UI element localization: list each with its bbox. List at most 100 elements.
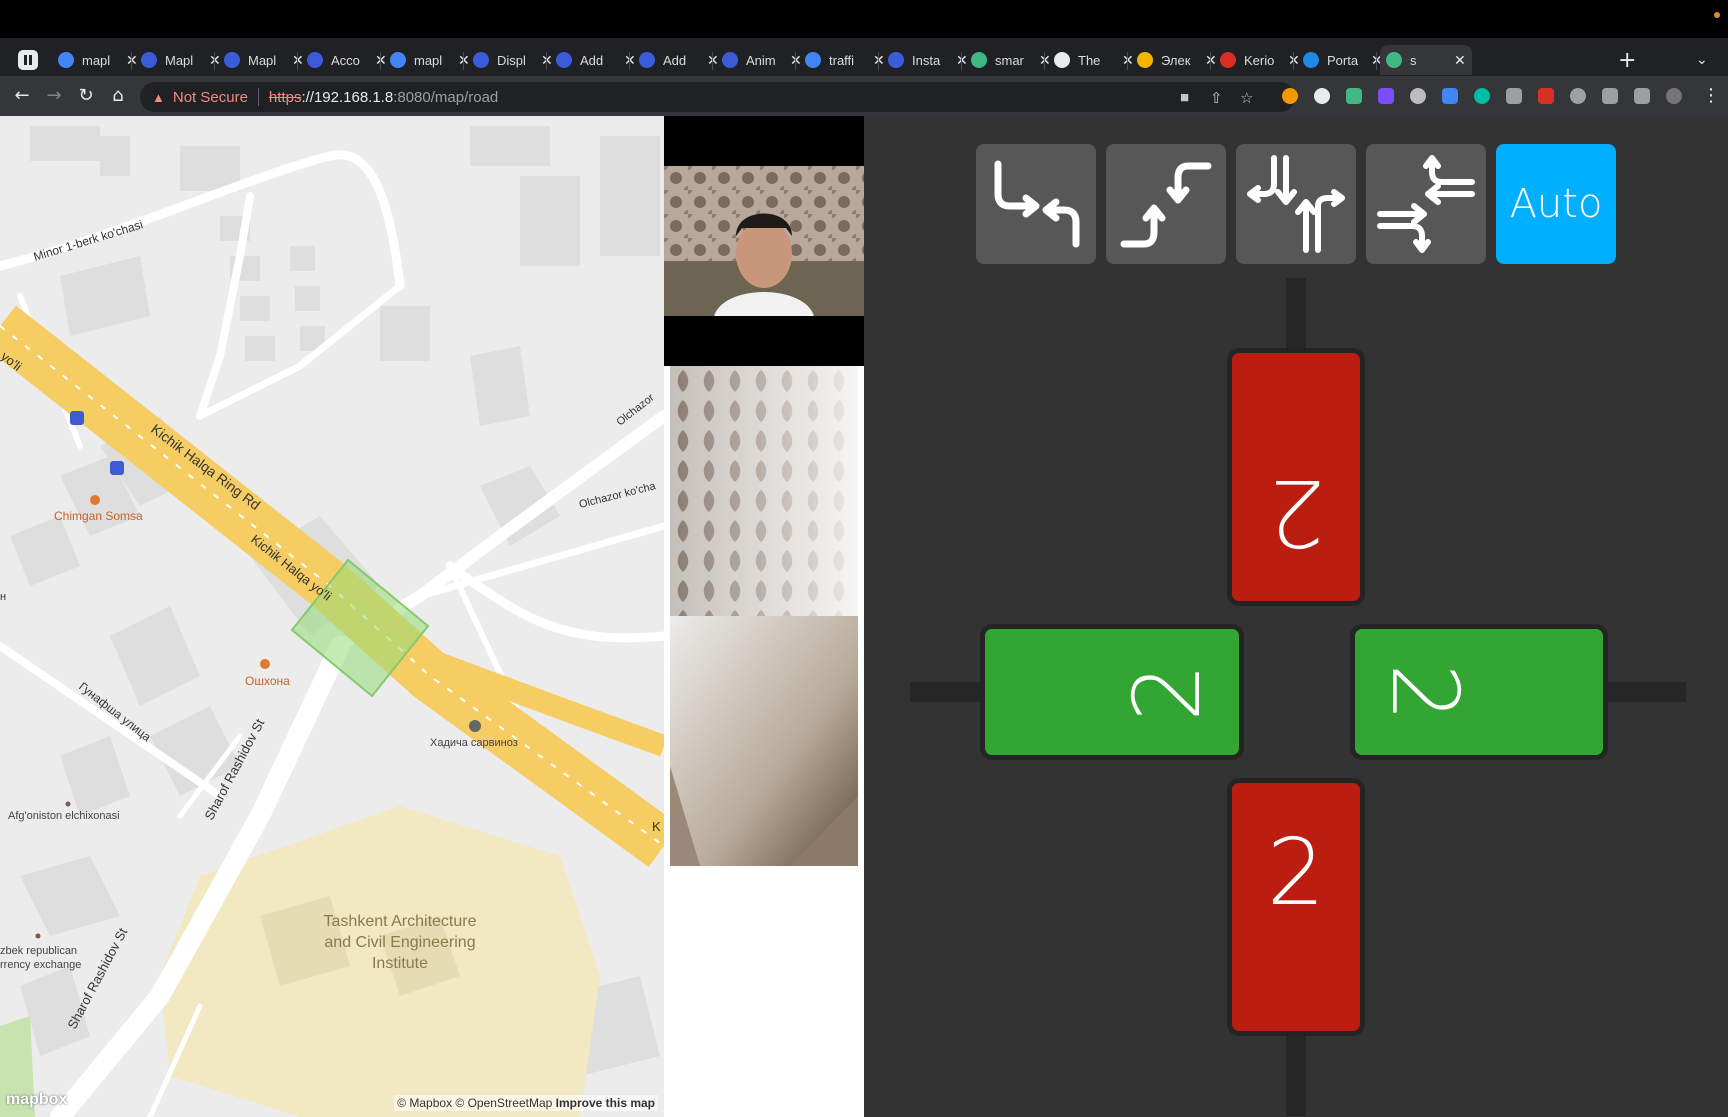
browser-menu-icon[interactable]: ⋮ [1702, 85, 1720, 106]
extensions-puzzle-icon[interactable] [1602, 88, 1618, 104]
side-panel-icon[interactable] [1634, 88, 1650, 104]
browser-tab[interactable]: Acco✕ [301, 45, 393, 75]
tab-separator [1127, 52, 1128, 70]
camera-1-top-bar [664, 116, 864, 166]
not-secure-label[interactable]: Not Secure [173, 89, 248, 106]
mode-east-west-button[interactable] [1366, 144, 1486, 264]
auto-mode-button[interactable]: Auto [1496, 144, 1616, 264]
map-view[interactable]: Minor 1-berk ko'chasi Kichik Halqa Ring … [0, 116, 664, 1117]
browser-tab[interactable]: mapl✕ [384, 45, 476, 75]
extension-2-icon[interactable] [1314, 88, 1330, 104]
camera-feed-2[interactable] [670, 366, 858, 616]
map-label-oshxona[interactable]: Ошхона [245, 674, 290, 688]
attribution-text[interactable]: © Mapbox © OpenStreetMap [397, 1096, 552, 1110]
camera-feed-1[interactable] [664, 166, 864, 316]
traffic-light-west[interactable]: 2 [980, 624, 1244, 760]
tab-search-chevron-icon[interactable]: ⌄ [1696, 52, 1708, 68]
traffic-light-north[interactable]: 2 [1227, 348, 1365, 606]
phind-icon [639, 52, 655, 68]
browser-tab[interactable]: smar✕ [965, 45, 1057, 75]
map-label-institute-2[interactable]: and Civil Engineering [324, 934, 475, 951]
browser-tab[interactable]: Mapl✕ [218, 45, 310, 75]
tab-label: Insta [912, 52, 941, 68]
bookmark-star-icon[interactable]: ☆ [1240, 89, 1253, 107]
mapbox-logo[interactable]: mapbox [6, 1091, 67, 1109]
back-button[interactable]: ← [10, 84, 34, 108]
tab-label: mapl [82, 52, 111, 68]
improve-map-link[interactable]: Improve this map [556, 1096, 655, 1110]
left-turn-arrows-icon [994, 160, 1080, 248]
map-canvas[interactable]: Minor 1-berk ko'chasi Kichik Halqa Ring … [0, 116, 664, 1117]
traffic-light-east[interactable]: 2 [1350, 624, 1608, 760]
map-label-institute-1[interactable]: Tashkent Architecture [324, 913, 477, 930]
bus-stop-icon[interactable] [70, 411, 84, 425]
browser-toolbar: ← → ↻ ⌂ ▲ Not Secure https://192.168.1.8… [0, 76, 1728, 116]
close-tab-icon[interactable]: ✕ [1454, 52, 1466, 69]
tab-separator [1293, 52, 1294, 70]
phind-icon [556, 52, 572, 68]
phind-icon [888, 52, 904, 68]
react-devtools-icon[interactable] [1570, 88, 1586, 104]
camera-icon[interactable]: ■ [1180, 89, 1189, 106]
cafe-icon[interactable] [260, 659, 270, 669]
tab-separator [380, 52, 381, 70]
extension-6-icon[interactable] [1538, 88, 1554, 104]
extension-1-icon[interactable] [1282, 88, 1298, 104]
reload-button[interactable]: ↻ [74, 84, 98, 108]
south-vehicle-count: 2 [1266, 818, 1326, 926]
traffic-light-south[interactable]: 2 [1227, 778, 1365, 1036]
address-bar[interactable]: ▲ Not Secure https://192.168.1.8:8080/ma… [140, 82, 1295, 112]
map-label-uzbek-1[interactable]: zbek republican [0, 945, 77, 957]
map-label-chimgan[interactable]: Chimgan Somsa [54, 509, 143, 523]
tab-separator [961, 52, 962, 70]
browser-tab[interactable]: mapl✕ [52, 45, 144, 75]
new-tab-button[interactable]: + [1618, 48, 1636, 73]
browser-tab[interactable]: Kerio✕ [1214, 45, 1306, 75]
tab-label: The [1078, 52, 1101, 68]
browser-tab[interactable]: Mapl✕ [135, 45, 227, 75]
tab-separator [712, 52, 713, 70]
map-label-uzbek-2[interactable]: rrency exchange [0, 959, 81, 971]
system-menu-bar [0, 0, 1728, 38]
map-label-n-edge: н [0, 591, 6, 603]
cafe-icon[interactable] [90, 495, 100, 505]
map-label-hadicha[interactable]: Хадича сарвиноз [430, 737, 518, 749]
tab-separator [546, 52, 547, 70]
vue-devtools-icon[interactable] [1346, 88, 1362, 104]
map-label-afg[interactable]: Afg'oniston elchixonasi [8, 810, 120, 822]
map-label-institute-3[interactable]: Institute [372, 955, 428, 972]
browser-tab[interactable]: Insta✕ [882, 45, 974, 75]
browser-tab[interactable]: s ✕ [1380, 45, 1472, 75]
browser-tab[interactable]: traffi✕ [799, 45, 891, 75]
browser-tab[interactable]: The✕ [1048, 45, 1140, 75]
browser-tab[interactable]: Элек✕ [1131, 45, 1223, 75]
map-label-sharof-2: Sharof Rashidov St [64, 925, 130, 1031]
shop-icon[interactable] [469, 720, 481, 732]
translate-icon[interactable] [1442, 88, 1458, 104]
road-west [910, 682, 980, 702]
share-icon[interactable]: ⇧ [1210, 89, 1223, 107]
browser-tab[interactable]: Add✕ [550, 45, 642, 75]
tab-label: Kerio [1244, 52, 1275, 68]
browser-tab[interactable]: Porta✕ [1297, 45, 1389, 75]
mode-north-south-button[interactable] [1236, 144, 1356, 264]
tab-separator [214, 52, 215, 70]
forward-button[interactable]: → [42, 84, 66, 108]
tab-separator [297, 52, 298, 70]
google-icon [390, 52, 406, 68]
camera-feeds [664, 116, 864, 1117]
profile-avatar[interactable] [1666, 88, 1682, 104]
extension-4-icon[interactable] [1410, 88, 1426, 104]
mode-left-turn-button[interactable] [976, 144, 1096, 264]
browser-tab[interactable]: Displ✕ [467, 45, 559, 75]
camera-feed-3[interactable] [670, 616, 858, 866]
bus-stop-icon[interactable] [110, 461, 124, 475]
home-button[interactable]: ⌂ [106, 84, 130, 108]
browser-tab[interactable]: Add✕ [633, 45, 725, 75]
extension-5-icon[interactable] [1474, 88, 1490, 104]
browser-tab[interactable]: Anim✕ [716, 45, 808, 75]
pause-icon[interactable] [18, 50, 38, 70]
shield-extension-icon[interactable] [1506, 88, 1522, 104]
extension-3-icon[interactable] [1378, 88, 1394, 104]
mode-right-turn-button[interactable] [1106, 144, 1226, 264]
